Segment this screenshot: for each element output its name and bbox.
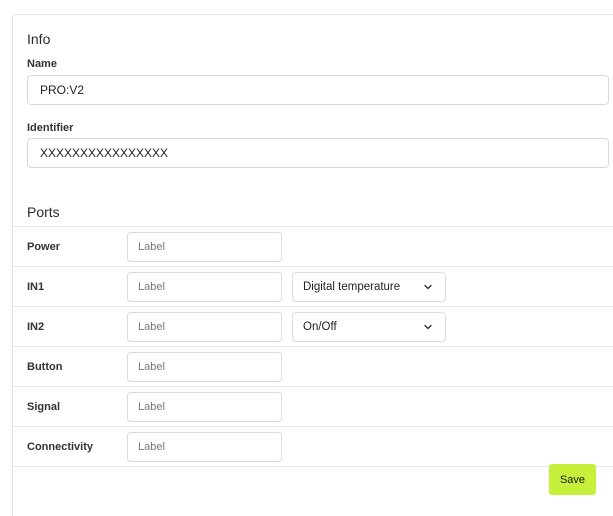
ports-bottom-divider bbox=[13, 466, 613, 467]
port-name: IN2 bbox=[27, 321, 45, 333]
port-label-input[interactable] bbox=[127, 232, 282, 262]
save-button[interactable]: Save bbox=[549, 464, 596, 495]
device-settings-panel: Info Name PRO:V2 Identifier XXXXXXXXXXXX… bbox=[12, 14, 613, 516]
port-label-input[interactable] bbox=[127, 392, 282, 422]
identifier-field-label: Identifier bbox=[27, 122, 74, 134]
port-name: Power bbox=[27, 241, 61, 253]
port-type-select[interactable]: Digital temperature bbox=[292, 272, 446, 302]
port-name: Signal bbox=[27, 401, 61, 413]
info-section-title: Info bbox=[27, 31, 51, 47]
port-type-select-value: Digital temperature bbox=[303, 281, 401, 293]
chevron-down-icon bbox=[424, 324, 432, 330]
name-field-label: Name bbox=[27, 58, 57, 70]
port-label-input[interactable] bbox=[127, 312, 282, 342]
port-label-input[interactable] bbox=[127, 272, 282, 302]
port-type-select-value: On/Off bbox=[303, 321, 337, 333]
port-row-button: Button bbox=[13, 346, 613, 386]
port-row-in1: IN1 Digital temperature bbox=[13, 266, 613, 306]
name-input[interactable]: PRO:V2 bbox=[27, 75, 609, 105]
port-label-input[interactable] bbox=[127, 352, 282, 382]
port-name: Button bbox=[27, 361, 63, 373]
port-label-input[interactable] bbox=[127, 432, 282, 462]
port-row-connectivity: Connectivity bbox=[13, 426, 613, 466]
port-row-in2: IN2 On/Off bbox=[13, 306, 613, 346]
ports-section-title: Ports bbox=[27, 204, 60, 220]
chevron-down-icon bbox=[424, 284, 432, 290]
port-row-signal: Signal bbox=[13, 386, 613, 426]
identifier-input[interactable]: XXXXXXXXXXXXXXXX bbox=[27, 138, 609, 168]
port-name: Connectivity bbox=[27, 441, 94, 453]
port-type-select[interactable]: On/Off bbox=[292, 312, 446, 342]
port-row-power: Power bbox=[13, 226, 613, 266]
port-name: IN1 bbox=[27, 281, 45, 293]
